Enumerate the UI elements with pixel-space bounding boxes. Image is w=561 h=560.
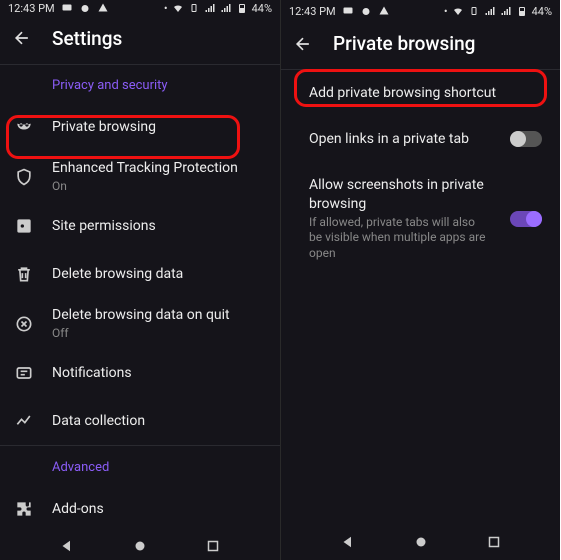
trash-icon xyxy=(14,264,34,284)
row-label: Add private browsing shortcut xyxy=(309,84,536,102)
notifications-icon xyxy=(14,363,34,383)
row-allow-screenshots[interactable]: Allow screenshots in private browsing If… xyxy=(281,162,560,275)
row-label: Data collection xyxy=(52,412,266,430)
vibrate-icon xyxy=(468,5,480,17)
message-icon xyxy=(342,5,354,17)
row-tracking-protection[interactable]: Enhanced Tracking Protection On xyxy=(0,151,280,202)
toggle-screenshots[interactable] xyxy=(510,211,542,227)
mask-icon xyxy=(14,117,34,137)
close-circle-icon xyxy=(14,314,34,334)
page-title: Settings xyxy=(52,27,122,50)
row-delete-data[interactable]: Delete browsing data xyxy=(0,250,280,298)
row-label: Delete browsing data on quit xyxy=(52,306,266,324)
vibrate-icon xyxy=(188,2,200,14)
row-sub: Off xyxy=(52,326,266,342)
private-browsing-screen: 12:43 PM • 44% Private browsing Add priv… xyxy=(280,0,560,560)
alarm-icon xyxy=(79,2,91,14)
permissions-icon xyxy=(14,216,34,236)
alarm-icon xyxy=(360,5,372,17)
nav-bar xyxy=(0,533,280,560)
row-label: Allow screenshots in private browsing xyxy=(309,176,490,212)
page-title: Private browsing xyxy=(333,32,475,55)
row-notifications[interactable]: Notifications xyxy=(0,349,280,397)
back-icon[interactable] xyxy=(293,34,313,54)
wifi-icon xyxy=(172,2,184,14)
row-open-links-private[interactable]: Open links in a private tab xyxy=(281,116,560,162)
row-private-browsing[interactable]: Private browsing xyxy=(0,103,280,151)
row-delete-on-quit[interactable]: Delete browsing data on quit Off xyxy=(0,298,280,349)
battery-pct: 44% xyxy=(252,2,272,15)
toggle-open-links[interactable] xyxy=(510,131,542,147)
row-label: Open links in a private tab xyxy=(309,130,490,148)
warning-icon xyxy=(97,2,109,14)
row-label: Delete browsing data xyxy=(52,265,266,283)
header: Private browsing xyxy=(281,22,560,69)
row-label: Private browsing xyxy=(52,118,266,136)
battery-pct: 44% xyxy=(532,5,552,18)
nav-home-icon[interactable] xyxy=(412,533,430,551)
header: Settings xyxy=(0,17,280,64)
status-time: 12:43 PM xyxy=(8,2,55,15)
row-label: Enhanced Tracking Protection xyxy=(52,159,266,177)
nav-recent-icon[interactable] xyxy=(485,533,503,551)
row-addons[interactable]: Add-ons xyxy=(0,485,280,533)
nav-back-icon[interactable] xyxy=(58,537,76,555)
nav-back-icon[interactable] xyxy=(339,533,357,551)
row-data-collection[interactable]: Data collection xyxy=(0,397,280,445)
nav-home-icon[interactable] xyxy=(131,537,149,555)
signal-icon xyxy=(204,2,216,14)
row-site-permissions[interactable]: Site permissions xyxy=(0,202,280,250)
settings-screen: 12:43 PM • xyxy=(0,0,280,560)
row-sub: On xyxy=(52,179,266,195)
shield-icon xyxy=(14,167,34,187)
chart-icon xyxy=(14,411,34,431)
signal-icon-2 xyxy=(220,2,232,14)
row-sub: If allowed, private tabs will also be vi… xyxy=(309,215,490,262)
section-advanced: Advanced xyxy=(0,446,280,485)
status-time: 12:43 PM xyxy=(289,5,336,18)
battery-icon xyxy=(516,5,528,17)
status-bar: 12:43 PM • xyxy=(0,0,280,17)
signal-icon-2 xyxy=(500,5,512,17)
back-icon[interactable] xyxy=(12,28,32,48)
warning-icon xyxy=(378,5,390,17)
section-privacy: Privacy and security xyxy=(0,64,280,103)
nav-bar xyxy=(281,524,560,560)
row-label: Add-ons xyxy=(52,500,266,518)
battery-icon xyxy=(236,2,248,14)
wifi-icon xyxy=(452,5,464,17)
dot-icon: • xyxy=(164,2,168,15)
status-bar: 12:43 PM • 44% xyxy=(281,0,560,22)
dot-icon: • xyxy=(444,5,448,18)
signal-icon xyxy=(484,5,496,17)
nav-recent-icon[interactable] xyxy=(204,537,222,555)
row-label: Notifications xyxy=(52,364,266,382)
message-icon xyxy=(61,2,73,14)
row-label: Site permissions xyxy=(52,217,266,235)
row-add-shortcut[interactable]: Add private browsing shortcut xyxy=(281,70,560,116)
puzzle-icon xyxy=(14,499,34,519)
